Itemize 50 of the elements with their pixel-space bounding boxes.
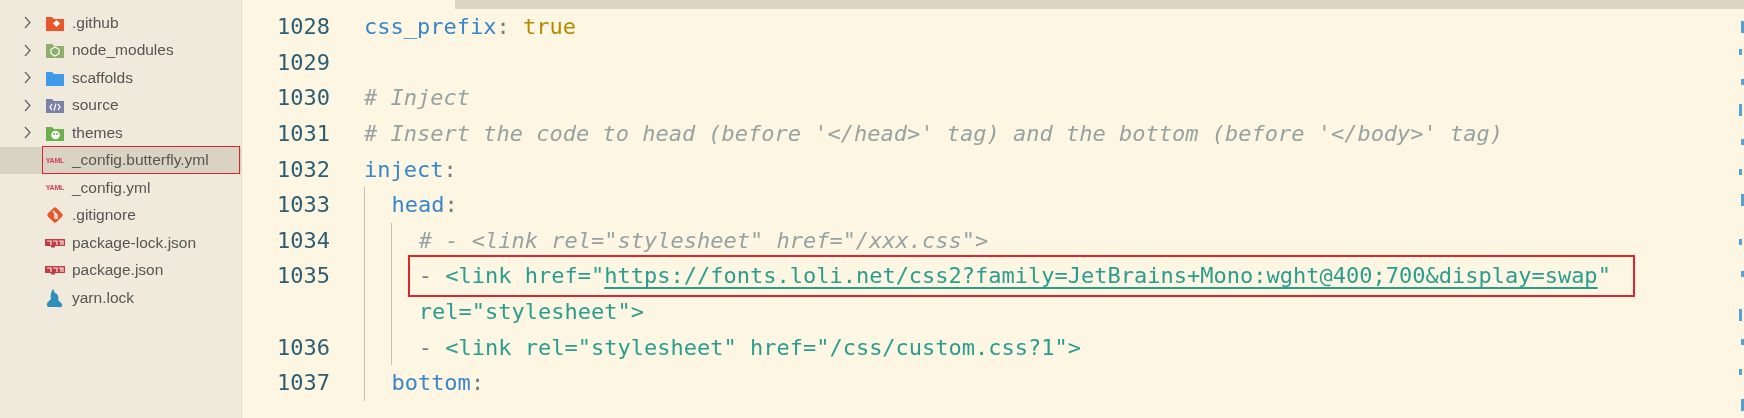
file-tree-item[interactable]: source [0, 91, 241, 119]
line-number: 1034 [276, 227, 330, 253]
code-line: head: [391, 192, 458, 218]
npm-icon [45, 237, 65, 248]
file-name: yarn.lock [72, 288, 135, 307]
line-number: 1032 [276, 156, 330, 182]
line-number: 1029 [276, 49, 330, 75]
file-name: _config.yml [72, 178, 151, 197]
npm-icon [45, 265, 65, 276]
file-name: package.json [72, 261, 164, 280]
file-tree-item[interactable]: package.json [0, 256, 241, 284]
file-name: _config.butterfly.yml [72, 151, 209, 170]
code-line: # Insert the code to head (before '</head>' tag) and the bottom (before '</body>' tag) [364, 121, 1504, 147]
code-line: bottom: [391, 370, 485, 396]
file-tree-item[interactable]: .gitignore [0, 201, 241, 229]
scrollbar[interactable] [455, 0, 1744, 9]
line-number: 1037 [276, 370, 330, 396]
line-number: 1030 [276, 85, 330, 111]
file-tree-item[interactable]: yarn.lock [0, 284, 241, 312]
line-number: 1036 [276, 334, 330, 360]
chevron-icon[interactable] [22, 71, 32, 85]
code-line: css_prefix: true [364, 14, 576, 40]
code-line: # Inject [364, 85, 470, 111]
file-name: themes [72, 123, 123, 142]
file-tree-item[interactable]: node_modules [0, 36, 241, 64]
file-name: node_modules [72, 41, 174, 60]
line-number: 1028 [276, 14, 330, 40]
file-tree-item[interactable]: .github [0, 9, 241, 37]
code-line: rel="stylesheet"> [418, 299, 644, 325]
chevron-icon[interactable] [22, 43, 32, 57]
file-name: .github [72, 13, 119, 32]
file-tree-item[interactable]: scaffolds [0, 64, 241, 92]
chevron-icon[interactable] [22, 16, 32, 30]
code-line: # - <link rel="stylesheet" href="/xxx.css"> [418, 227, 989, 253]
line-number: 1033 [276, 192, 330, 218]
line-number: 1031 [276, 121, 330, 147]
chevron-icon[interactable] [22, 126, 32, 140]
line-number: 1035 [276, 263, 330, 289]
chevron-icon[interactable] [22, 98, 32, 112]
file-name: scaffolds [72, 68, 133, 87]
file-tree-item[interactable]: package-lock.json [0, 229, 241, 257]
code-line: - <link rel="stylesheet" href="/css/custom.css?1"> [418, 334, 1082, 360]
code-line: inject: [364, 156, 457, 182]
code-line: - <link href="https://fonts.loli.net/css2?family=JetBrains+Mono:wght@400;700&display=swap" [418, 263, 1611, 289]
node-folder-icon [45, 41, 65, 60]
file-tree-item[interactable]: themes [0, 119, 241, 147]
file-name: .gitignore [72, 206, 136, 225]
code-folder-icon [45, 96, 65, 115]
file-name: package-lock.json [72, 233, 197, 252]
file-name: source [72, 96, 119, 115]
